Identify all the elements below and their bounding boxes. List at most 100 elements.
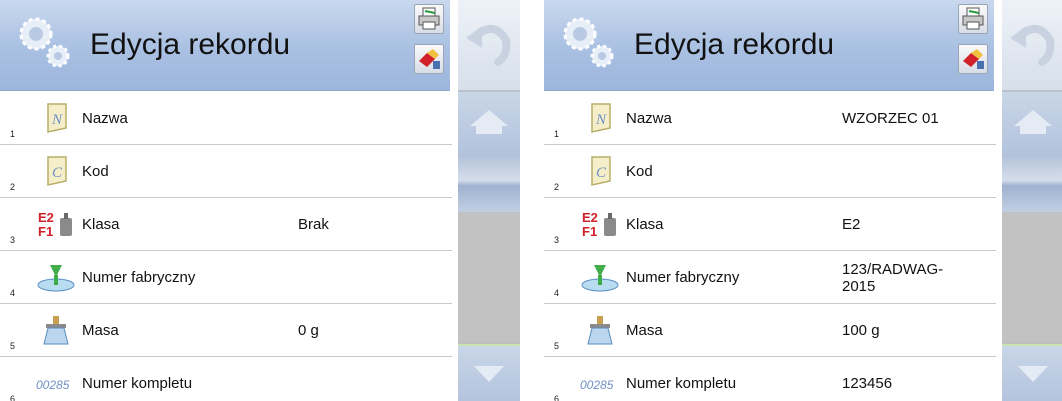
home-button[interactable]: [458, 92, 520, 154]
field-value: Brak: [298, 216, 329, 233]
name-n-icon: N: [591, 103, 611, 133]
field-value: 123456: [842, 375, 893, 392]
scroll-track[interactable]: [1002, 212, 1062, 342]
weight-class-icon: E2 F1: [582, 210, 616, 239]
row-number: 4: [10, 288, 16, 298]
undo-arrow-icon: [466, 25, 511, 66]
record-fields-list: 1 N Nazwa 2 C Kod 3 E2 F1 Klasa Brak 4 N…: [0, 92, 452, 401]
field-row-factory-number[interactable]: 4 Numer fabryczny: [0, 251, 452, 304]
print-button[interactable]: [414, 4, 444, 34]
field-label: Masa: [82, 322, 119, 339]
field-row-mass[interactable]: 5 Masa 100 g: [544, 304, 996, 357]
field-label: Kod: [82, 163, 109, 180]
row-number: 2: [554, 182, 560, 192]
svg-text:C: C: [596, 165, 607, 181]
weight-class-icon: E2 F1: [38, 210, 72, 239]
field-row-class[interactable]: 3 E2 F1 Klasa E2: [544, 198, 996, 251]
field-label: Kod: [626, 163, 653, 180]
class-bottom-text: F1: [38, 224, 53, 239]
home-icon: [470, 110, 508, 134]
factory-number-icon: [37, 265, 75, 292]
scale-mass-icon: [587, 316, 613, 345]
row-number: 2: [10, 182, 16, 192]
scroll-thumb[interactable]: [1002, 154, 1062, 212]
field-row-code[interactable]: 2 C Kod: [0, 145, 452, 198]
class-top-text: E2: [582, 210, 598, 225]
field-value: 0 g: [298, 322, 319, 339]
field-label: Klasa: [82, 216, 120, 233]
row-number: 1: [554, 129, 560, 139]
set-number-icon-text: 00285: [580, 378, 614, 392]
field-value: 100 g: [842, 322, 880, 339]
home-icon: [1014, 110, 1052, 134]
field-row-code[interactable]: 2 C Kod: [544, 145, 996, 198]
field-row-set-number[interactable]: 6 00285 Numer kompletu: [0, 357, 452, 401]
field-label: Numer fabryczny: [82, 269, 196, 286]
scroll-down-button[interactable]: [458, 344, 520, 401]
code-c-icon: C: [591, 156, 611, 186]
svg-text:N: N: [51, 112, 63, 128]
name-n-icon: N: [47, 103, 67, 133]
printer-icon: [418, 7, 440, 30]
field-value: 123/RADWAG-2015: [842, 261, 944, 295]
scroll-down-button[interactable]: [1002, 344, 1062, 401]
eraser-icon: [963, 49, 984, 69]
set-number-icon: 00285: [580, 378, 614, 392]
row-number: 1: [10, 129, 16, 139]
field-label: Nazwa: [626, 110, 672, 127]
page-title: Edycja rekordu: [90, 28, 291, 61]
set-number-icon-text: 00285: [36, 378, 70, 392]
row-number: 5: [10, 341, 16, 351]
clear-record-button[interactable]: [414, 44, 444, 74]
field-row-factory-number[interactable]: 4 Numer fabryczny 123/RADWAG-2015: [544, 251, 996, 304]
row-number: 3: [10, 235, 16, 245]
field-label: Numer fabryczny: [626, 269, 740, 286]
field-label: Masa: [626, 322, 663, 339]
field-label: Numer kompletu: [626, 375, 737, 392]
back-button[interactable]: [1002, 0, 1062, 91]
record-edit-panel-right: Edycja rekordu 1 N Nazwa WZORZEC 01 2 C …: [544, 0, 1062, 401]
side-nav: [458, 0, 520, 401]
field-value: E2: [842, 216, 861, 233]
undo-arrow-icon: [1010, 25, 1055, 66]
clear-record-button[interactable]: [958, 44, 988, 74]
row-number: 3: [554, 235, 560, 245]
row-number: 5: [554, 341, 560, 351]
field-value: WZORZEC 01: [842, 110, 939, 127]
record-fields-list: 1 N Nazwa WZORZEC 01 2 C Kod 3 E2 F1 Kla…: [544, 92, 996, 401]
field-row-class[interactable]: 3 E2 F1 Klasa Brak: [0, 198, 452, 251]
scroll-track[interactable]: [458, 212, 520, 342]
arrow-down-icon: [1018, 366, 1048, 382]
class-bottom-text: F1: [582, 224, 597, 239]
field-row-name[interactable]: 1 N Nazwa: [0, 92, 452, 145]
record-edit-panel-left: Edycja rekordu 1 N Nazwa 2 C Kod 3 E2 F1…: [0, 0, 520, 401]
home-button[interactable]: [1002, 92, 1062, 154]
scale-mass-icon: [43, 316, 69, 345]
arrow-down-icon: [474, 366, 504, 382]
field-label: Nazwa: [82, 110, 128, 127]
eraser-icon: [419, 49, 440, 69]
field-row-name[interactable]: 1 N Nazwa WZORZEC 01: [544, 92, 996, 145]
page-title: Edycja rekordu: [634, 28, 835, 61]
header-bar: Edycja rekordu: [0, 0, 450, 91]
row-number: 6: [10, 394, 16, 401]
svg-text:C: C: [52, 165, 63, 181]
field-row-set-number[interactable]: 6 00285 Numer kompletu 123456: [544, 357, 996, 401]
print-button[interactable]: [958, 4, 988, 34]
class-top-text: E2: [38, 210, 54, 225]
row-number: 6: [554, 394, 560, 401]
field-label: Numer kompletu: [82, 375, 193, 392]
gears-icon: [19, 17, 70, 68]
printer-icon: [962, 7, 984, 30]
svg-text:N: N: [595, 112, 607, 128]
gears-icon: [563, 17, 614, 68]
factory-number-icon: [581, 265, 619, 292]
field-label: Klasa: [626, 216, 664, 233]
set-number-icon: 00285: [36, 378, 70, 392]
code-c-icon: C: [47, 156, 67, 186]
scroll-thumb[interactable]: [458, 154, 520, 212]
field-row-mass[interactable]: 5 Masa 0 g: [0, 304, 452, 357]
row-number: 4: [554, 288, 560, 298]
header-bar: Edycja rekordu: [544, 0, 994, 91]
back-button[interactable]: [458, 0, 520, 91]
